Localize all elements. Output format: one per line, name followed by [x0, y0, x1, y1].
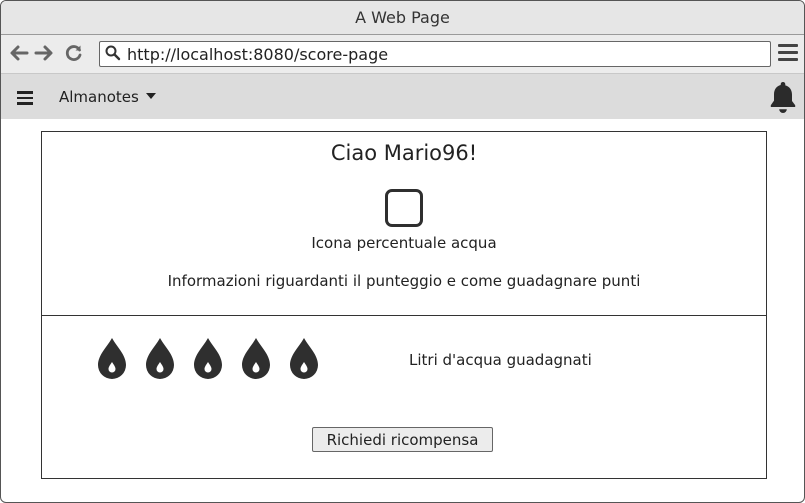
- browser-menu-icon[interactable]: [778, 44, 798, 64]
- back-arrow-icon[interactable]: [9, 43, 29, 63]
- window-title: A Web Page: [1, 1, 804, 35]
- reload-icon[interactable]: [64, 43, 84, 63]
- score-info-text: Informazioni riguardanti il punteggio e …: [167, 272, 641, 290]
- hamburger-icon[interactable]: [17, 91, 33, 105]
- browser-toolbar: http://localhost:8080/score-page: [1, 35, 804, 74]
- water-drop-icon: [194, 338, 222, 379]
- water-drop-icon: [242, 338, 270, 379]
- app-title-dropdown[interactable]: Almanotes: [59, 88, 139, 106]
- section-divider: [42, 315, 766, 316]
- water-drop-icon: [146, 338, 174, 379]
- water-percentage-icon: [385, 189, 423, 227]
- url-text: http://localhost:8080/score-page: [127, 45, 389, 64]
- chevron-down-icon[interactable]: [146, 93, 156, 99]
- search-icon: [105, 45, 121, 61]
- browser-window: A Web Page http://localhost:8080/score-p…: [0, 0, 805, 503]
- bell-icon[interactable]: [767, 80, 799, 114]
- address-bar[interactable]: http://localhost:8080/score-page: [99, 41, 771, 67]
- water-icon-caption: Icona percentuale acqua: [311, 234, 497, 252]
- liters-earned-label: Litri d'acqua guadagnati: [409, 351, 592, 369]
- greeting-title: Ciao Mario96!: [330, 141, 478, 165]
- forward-arrow-icon[interactable]: [34, 43, 54, 63]
- water-drop-icon: [98, 338, 126, 379]
- app-header: Almanotes: [1, 74, 804, 119]
- score-panel: Ciao Mario96! Icona percentuale acqua In…: [41, 131, 767, 479]
- water-drop-icon: [290, 338, 318, 379]
- request-reward-button[interactable]: Richiedi ricompensa: [312, 427, 493, 452]
